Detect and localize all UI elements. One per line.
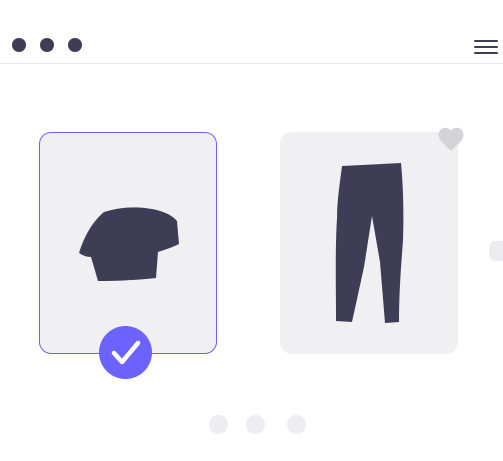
window-dot-2[interactable] xyxy=(40,38,54,52)
pagination-dot-2[interactable] xyxy=(246,415,265,434)
top-bar xyxy=(0,0,503,64)
window-controls xyxy=(12,38,82,52)
window-dot-3[interactable] xyxy=(68,38,82,52)
hamburger-menu-icon[interactable] xyxy=(474,40,498,54)
heart-icon[interactable] xyxy=(436,124,466,154)
pagination-dot-3[interactable] xyxy=(287,415,306,434)
carousel-item-pants[interactable] xyxy=(280,132,458,354)
pagination-dot-1[interactable] xyxy=(209,415,228,434)
window-dot-1[interactable] xyxy=(12,38,26,52)
pants-icon xyxy=(335,163,404,323)
carousel-item-shirt[interactable] xyxy=(39,132,217,354)
selected-checkmark-icon xyxy=(99,326,152,379)
carousel-next-item-peek[interactable] xyxy=(489,241,503,261)
shirt-icon xyxy=(79,207,179,281)
